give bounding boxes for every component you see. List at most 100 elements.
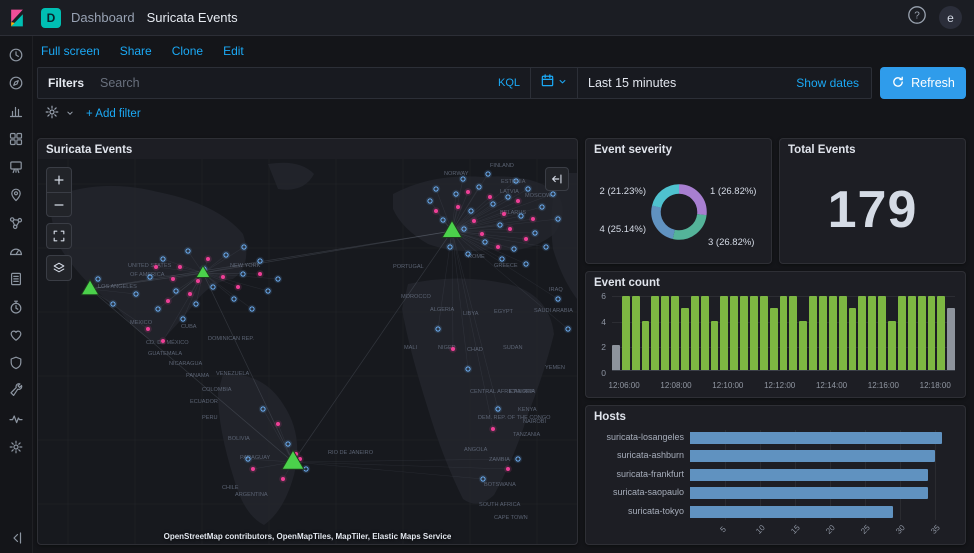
host-bar[interactable] bbox=[690, 432, 942, 444]
event-count-bar[interactable] bbox=[858, 296, 866, 370]
map-event-point[interactable] bbox=[434, 209, 438, 213]
host-bar[interactable] bbox=[690, 487, 928, 499]
map-event-point[interactable] bbox=[251, 467, 255, 471]
event-count-bar[interactable] bbox=[671, 296, 679, 370]
sidebar-item-maps[interactable] bbox=[8, 189, 24, 205]
event-count-title[interactable]: Event count bbox=[586, 272, 965, 291]
event-count-bar[interactable] bbox=[661, 296, 669, 370]
event-count-bar[interactable] bbox=[770, 308, 778, 370]
sidebar-item-canvas[interactable] bbox=[8, 161, 24, 177]
sidebar-item-dev-tools[interactable] bbox=[8, 385, 24, 401]
event-count-bar[interactable] bbox=[789, 296, 797, 370]
map-event-point[interactable] bbox=[516, 199, 520, 203]
event-count-bar[interactable] bbox=[642, 321, 650, 370]
map-zoom-in-button[interactable] bbox=[47, 168, 71, 192]
map-event-point[interactable] bbox=[188, 292, 192, 296]
map-event-point[interactable] bbox=[258, 272, 262, 276]
event-count-bar[interactable] bbox=[839, 296, 847, 370]
filter-settings-gear-icon[interactable] bbox=[44, 104, 60, 125]
event-count-bar[interactable] bbox=[760, 296, 768, 370]
space-badge[interactable]: D bbox=[41, 8, 61, 28]
sidebar-item-machine-learning[interactable] bbox=[8, 217, 24, 233]
map-canvas[interactable]: FINLANDNORWAYESTONIALATVIAMOSCOWBELARUSU… bbox=[38, 159, 577, 544]
time-range-value[interactable]: Last 15 minutes bbox=[578, 76, 686, 90]
map-event-point[interactable] bbox=[276, 422, 280, 426]
event-count-bar[interactable] bbox=[711, 321, 719, 370]
event-count-bar[interactable] bbox=[622, 296, 630, 370]
map-fit-bounds-button[interactable] bbox=[47, 224, 71, 248]
map-event-point[interactable] bbox=[480, 232, 484, 236]
event-count-bar[interactable] bbox=[651, 296, 659, 370]
date-quick-select-button[interactable] bbox=[531, 68, 578, 98]
map-attribution[interactable]: OpenStreetMap contributors, OpenMapTiles… bbox=[38, 532, 577, 541]
menu-clone[interactable]: Clone bbox=[172, 44, 203, 58]
event-count-bar[interactable] bbox=[928, 296, 936, 370]
event-count-bar[interactable] bbox=[888, 321, 896, 370]
map-event-point[interactable] bbox=[491, 427, 495, 431]
menu-edit[interactable]: Edit bbox=[223, 44, 244, 58]
event-count-bar[interactable] bbox=[918, 296, 926, 370]
sidebar-item-siem[interactable] bbox=[8, 357, 24, 373]
map-event-point[interactable] bbox=[508, 227, 512, 231]
map-legend-toggle-button[interactable] bbox=[545, 167, 569, 191]
refresh-button[interactable]: Refresh bbox=[880, 67, 966, 99]
event-count-bar[interactable] bbox=[898, 296, 906, 370]
event-count-bar[interactable] bbox=[908, 296, 916, 370]
event-count-bar[interactable] bbox=[730, 296, 738, 370]
event-count-bar[interactable] bbox=[720, 296, 728, 370]
map-event-point[interactable] bbox=[146, 327, 150, 331]
event-count-bar[interactable] bbox=[799, 321, 807, 370]
map-event-point[interactable] bbox=[506, 467, 510, 471]
map-event-point[interactable] bbox=[206, 257, 210, 261]
sidebar-item-visualize[interactable] bbox=[8, 105, 24, 121]
host-bar[interactable] bbox=[690, 450, 935, 462]
event-count-bar[interactable] bbox=[632, 296, 640, 370]
event-count-bar[interactable] bbox=[750, 296, 758, 370]
sidebar-item-stack-monitoring[interactable] bbox=[8, 413, 24, 429]
show-dates-button[interactable]: Show dates bbox=[796, 76, 871, 90]
map-event-point[interactable] bbox=[496, 245, 500, 249]
map-event-point[interactable] bbox=[236, 285, 240, 289]
event-count-bar[interactable] bbox=[819, 296, 827, 370]
sidebar-item-uptime[interactable] bbox=[8, 329, 24, 345]
hosts-title[interactable]: Hosts bbox=[586, 406, 965, 425]
menu-share[interactable]: Share bbox=[120, 44, 152, 58]
help-icon[interactable]: ? bbox=[906, 4, 928, 31]
event-count-bar[interactable] bbox=[809, 296, 817, 370]
event-count-bar[interactable] bbox=[681, 308, 689, 370]
kql-button[interactable]: KQL bbox=[490, 77, 520, 89]
add-filter-button[interactable]: + Add filter bbox=[86, 108, 141, 120]
map-event-point[interactable] bbox=[456, 205, 460, 209]
map-event-point[interactable] bbox=[466, 190, 470, 194]
event-count-bar[interactable] bbox=[878, 296, 886, 370]
event-severity-title[interactable]: Event severity bbox=[586, 139, 771, 158]
map-event-point[interactable] bbox=[281, 477, 285, 481]
map-event-point[interactable] bbox=[196, 279, 200, 283]
map-event-point[interactable] bbox=[524, 237, 528, 241]
map-event-point[interactable] bbox=[166, 299, 170, 303]
user-avatar[interactable]: e bbox=[939, 6, 962, 29]
sidebar-item-metrics[interactable] bbox=[8, 245, 24, 261]
map-event-point[interactable] bbox=[488, 195, 492, 199]
sidebar-item-management[interactable] bbox=[8, 441, 24, 457]
map-event-point[interactable] bbox=[221, 275, 225, 279]
event-count-bar[interactable] bbox=[849, 308, 857, 370]
event-count-bar[interactable] bbox=[937, 296, 945, 370]
host-bar[interactable] bbox=[690, 506, 893, 518]
menu-full-screen[interactable]: Full screen bbox=[41, 44, 100, 58]
map-event-point[interactable] bbox=[178, 265, 182, 269]
map-event-point[interactable] bbox=[502, 212, 506, 216]
event-count-bar[interactable] bbox=[947, 308, 955, 370]
map-event-point[interactable] bbox=[451, 347, 455, 351]
sidebar-item-discover[interactable] bbox=[8, 77, 24, 93]
sidebar-item-dashboard[interactable] bbox=[8, 133, 24, 149]
map-event-point[interactable] bbox=[161, 339, 165, 343]
event-count-bar[interactable] bbox=[691, 296, 699, 370]
total-events-title[interactable]: Total Events bbox=[780, 139, 965, 158]
map-event-point[interactable] bbox=[472, 219, 476, 223]
sidebar-item-logs[interactable] bbox=[8, 273, 24, 289]
event-count-bar[interactable] bbox=[829, 296, 837, 370]
map-event-point[interactable] bbox=[531, 217, 535, 221]
search-input[interactable] bbox=[100, 76, 490, 90]
event-count-bar[interactable] bbox=[612, 345, 620, 370]
